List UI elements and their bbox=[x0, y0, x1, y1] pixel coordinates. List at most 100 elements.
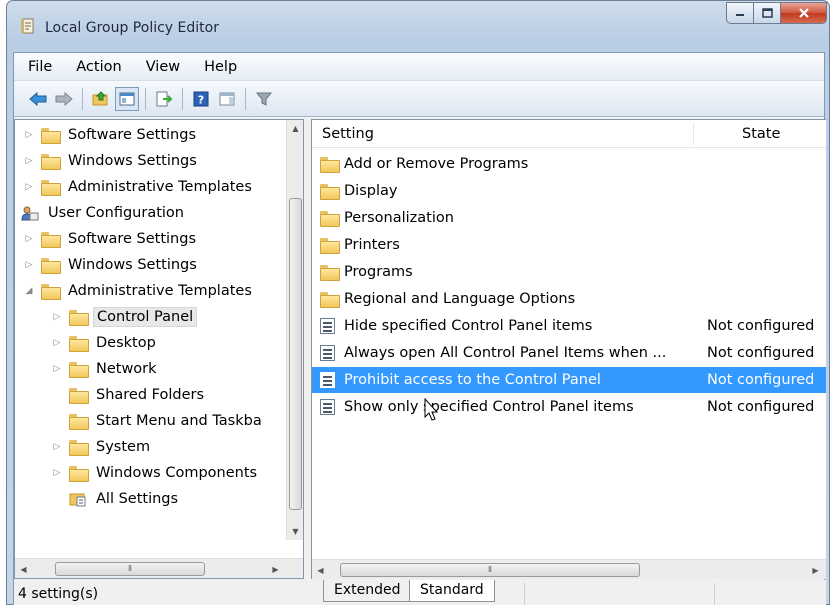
policy-icon-wrap bbox=[320, 399, 340, 415]
folder-icon bbox=[320, 184, 340, 200]
list-policy-row[interactable]: Hide specified Control Panel items Not co… bbox=[312, 313, 826, 339]
tree-item[interactable]: Shared Folders bbox=[51, 382, 207, 407]
setting-name: Display bbox=[344, 183, 398, 199]
tree-vertical-scrollbar[interactable]: ▲ ▼ bbox=[286, 120, 303, 540]
show-hide-action-pane-button[interactable] bbox=[215, 87, 239, 111]
folder-icon bbox=[41, 127, 61, 144]
show-hide-console-tree-button[interactable] bbox=[115, 86, 139, 111]
folder-icon bbox=[69, 309, 89, 326]
up-one-level-button[interactable] bbox=[89, 87, 113, 111]
close-button[interactable] bbox=[780, 2, 827, 24]
list-folder-row[interactable]: Regional and Language Options bbox=[312, 286, 826, 312]
list-policy-row[interactable]: Always open All Control Panel Items when… bbox=[312, 340, 826, 366]
collapsed-arrow-icon[interactable]: ▷ bbox=[23, 259, 35, 271]
menu-bar: File Action View Help bbox=[14, 53, 824, 81]
menu-action[interactable]: Action bbox=[64, 53, 133, 81]
help-button[interactable]: ? bbox=[189, 87, 213, 111]
setting-name: Printers bbox=[344, 237, 400, 253]
list-folder-row[interactable]: Add or Remove Programs bbox=[312, 151, 826, 177]
no-expander bbox=[51, 493, 63, 505]
folder-icon-wrap bbox=[320, 292, 340, 308]
list-folder-row[interactable]: Personalization bbox=[312, 205, 826, 231]
scroll-down-arrow-icon[interactable]: ▼ bbox=[287, 523, 303, 540]
collapsed-arrow-icon[interactable]: ▷ bbox=[51, 363, 63, 375]
scroll-right-arrow-icon[interactable]: ▶ bbox=[807, 560, 824, 579]
status-panel-empty bbox=[714, 583, 824, 605]
forward-button[interactable] bbox=[52, 87, 76, 111]
back-button[interactable] bbox=[26, 87, 50, 111]
policy-editor-app-icon bbox=[21, 18, 34, 34]
tree-item[interactable]: ▷ Control Panel bbox=[51, 304, 198, 329]
tree-item[interactable]: ◢ Administrative Templates bbox=[23, 278, 255, 303]
folder-icon bbox=[41, 179, 61, 196]
tree-item[interactable]: ▷ System bbox=[51, 434, 153, 459]
minimize-button[interactable] bbox=[726, 2, 753, 24]
toolbar-separator bbox=[145, 87, 146, 110]
scroll-left-arrow-icon[interactable]: ◀ bbox=[312, 560, 329, 579]
setting-name: Hide specified Control Panel items bbox=[344, 318, 593, 334]
expanded-arrow-icon[interactable]: ◢ bbox=[23, 285, 35, 297]
tree-item[interactable]: ▷ Software Settings bbox=[23, 122, 199, 147]
tab-extended[interactable]: Extended bbox=[323, 580, 412, 602]
folder-icon bbox=[320, 211, 340, 227]
list-policy-row[interactable]: Prohibit access to the Control Panel Not … bbox=[312, 367, 826, 393]
status-text: 4 setting(s) bbox=[18, 586, 99, 602]
tree-item[interactable]: Start Menu and Taskba bbox=[51, 408, 265, 433]
scroll-left-arrow-icon[interactable]: ◀ bbox=[15, 559, 32, 578]
setting-name: Show only specified Control Panel items bbox=[344, 399, 634, 415]
scroll-right-arrow-icon[interactable]: ▶ bbox=[267, 559, 284, 578]
collapsed-arrow-icon[interactable]: ▷ bbox=[51, 311, 63, 323]
tree-item[interactable]: ▷ Windows Components bbox=[51, 460, 260, 485]
column-divider[interactable] bbox=[693, 123, 694, 145]
collapsed-arrow-icon[interactable]: ▷ bbox=[23, 233, 35, 245]
list-horizontal-scrollbar[interactable]: ◀ ⦀ ▶ bbox=[312, 559, 826, 579]
policy-setting-icon bbox=[320, 399, 335, 415]
policy-setting-icon bbox=[320, 372, 335, 388]
scroll-thumb[interactable]: ⦀ bbox=[340, 563, 640, 577]
tree-item-label: Network bbox=[96, 360, 157, 377]
list-header: Setting State bbox=[312, 120, 826, 148]
collapsed-arrow-icon[interactable]: ▷ bbox=[51, 337, 63, 349]
filter-button[interactable] bbox=[252, 87, 276, 111]
tree-item-label: System bbox=[96, 438, 151, 455]
tree-item[interactable]: All Settings bbox=[51, 486, 181, 511]
scroll-up-arrow-icon[interactable]: ▲ bbox=[287, 120, 303, 137]
tree-item-label: Desktop bbox=[96, 334, 156, 351]
tab-standard[interactable]: Standard bbox=[409, 580, 495, 602]
export-list-button[interactable] bbox=[152, 87, 176, 111]
tree-item[interactable]: ▷ Administrative Templates bbox=[23, 174, 255, 199]
list-folder-row[interactable]: Display bbox=[312, 178, 826, 204]
column-header-setting[interactable]: Setting bbox=[312, 120, 374, 148]
policy-icon-wrap bbox=[320, 372, 340, 388]
scroll-thumb[interactable]: ⦀ bbox=[55, 562, 205, 576]
collapsed-arrow-icon[interactable]: ▷ bbox=[51, 467, 63, 479]
collapsed-arrow-icon[interactable]: ▷ bbox=[23, 155, 35, 167]
tree-item-label: Shared Folders bbox=[96, 386, 205, 403]
title-bar[interactable]: Local Group Policy Editor bbox=[7, 1, 829, 51]
column-header-state[interactable]: State bbox=[732, 120, 780, 148]
tree-item[interactable]: User Configuration bbox=[21, 200, 187, 225]
tree-item[interactable]: ▷ Windows Settings bbox=[23, 148, 200, 173]
details-pane: Setting State Add or Remove Programs Disp… bbox=[311, 119, 826, 579]
collapsed-arrow-icon[interactable]: ▷ bbox=[23, 181, 35, 193]
folder-icon-wrap bbox=[320, 211, 340, 227]
list-folder-row[interactable]: Programs bbox=[312, 259, 826, 285]
list-policy-row[interactable]: Show only specified Control Panel items N… bbox=[312, 394, 826, 420]
minimize-icon bbox=[736, 14, 744, 16]
collapsed-arrow-icon[interactable]: ▷ bbox=[23, 129, 35, 141]
maximize-button[interactable] bbox=[753, 2, 780, 24]
menu-view[interactable]: View bbox=[134, 53, 192, 81]
tree-item[interactable]: ▷ Network bbox=[51, 356, 160, 381]
tree-horizontal-scrollbar[interactable]: ◀ ⦀ ▶ bbox=[15, 558, 303, 578]
menu-file[interactable]: File bbox=[16, 53, 64, 81]
collapsed-arrow-icon[interactable]: ▷ bbox=[51, 441, 63, 453]
status-panel-empty bbox=[524, 583, 714, 605]
tree-item[interactable]: ▷ Windows Settings bbox=[23, 252, 200, 277]
menu-help[interactable]: Help bbox=[192, 53, 249, 81]
scroll-thumb[interactable] bbox=[289, 198, 302, 510]
list-folder-row[interactable]: Printers bbox=[312, 232, 826, 258]
tree-item-label: User Configuration bbox=[48, 204, 184, 221]
tree-item[interactable]: ▷ Desktop bbox=[51, 330, 159, 355]
close-icon bbox=[798, 8, 809, 18]
tree-item[interactable]: ▷ Software Settings bbox=[23, 226, 199, 251]
